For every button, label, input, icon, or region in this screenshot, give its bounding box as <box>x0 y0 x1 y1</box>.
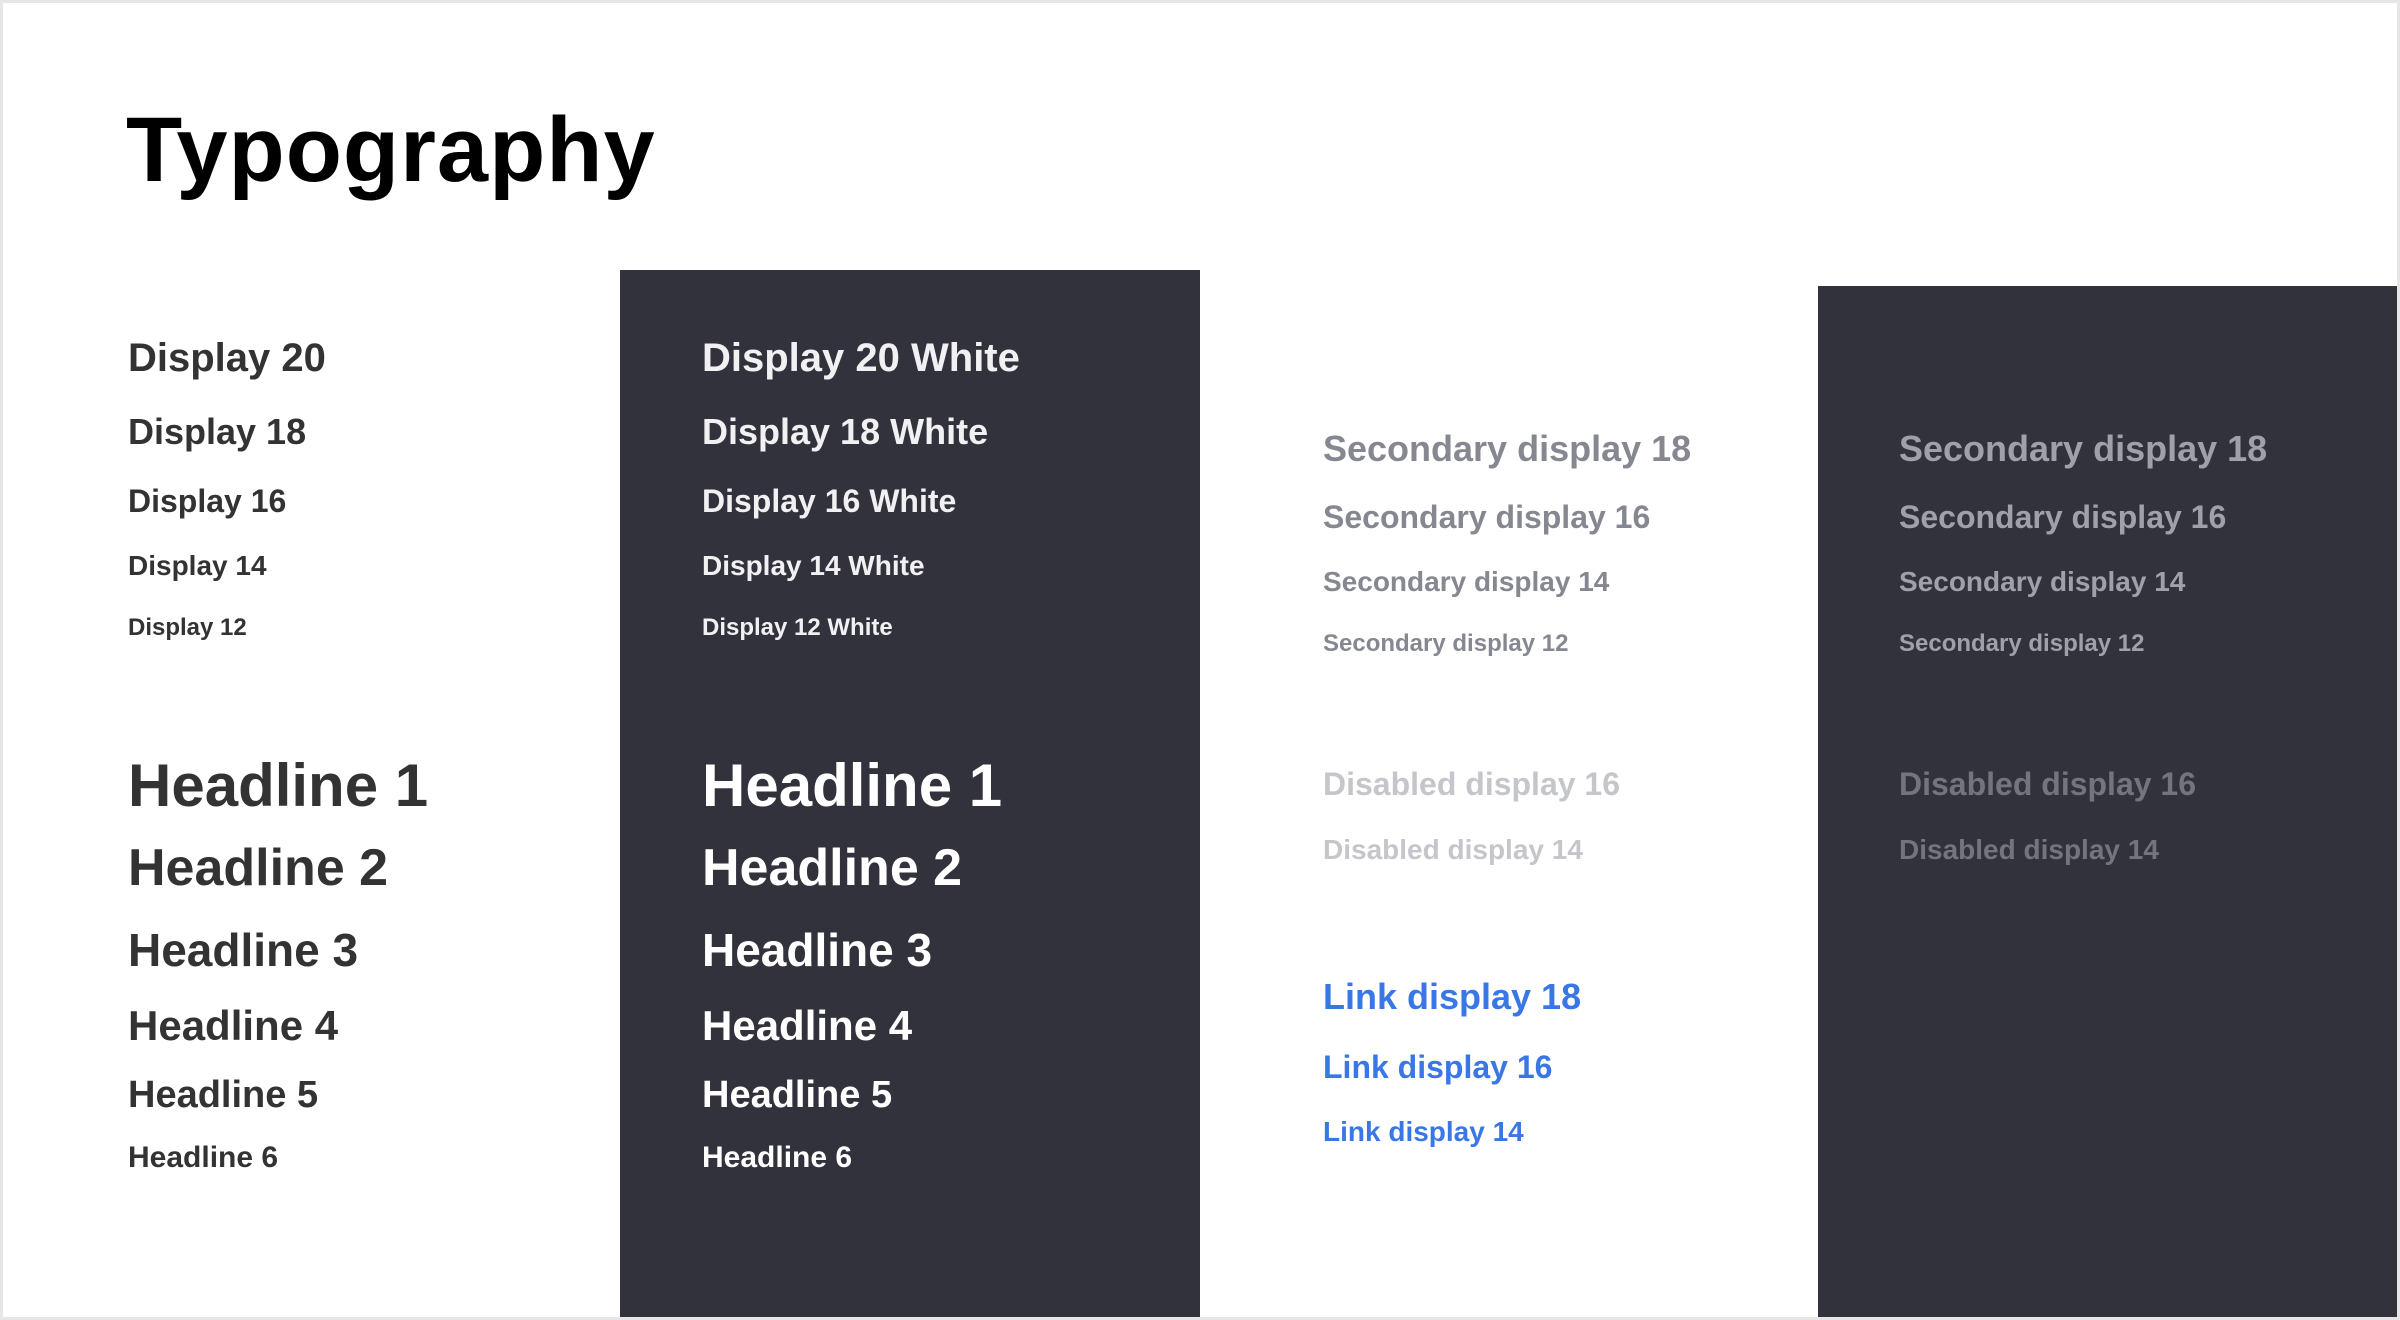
link-display-14[interactable]: Link display 14 <box>1323 1118 1524 1146</box>
headline-2-white-sample: Headline 2 <box>702 839 963 897</box>
secondary-display-14-sample: Secondary display 14 <box>1323 566 1610 597</box>
headline-6-sample: Headline 6 <box>128 1141 279 1174</box>
secondary-display-12-dark-sample: Secondary display 12 <box>1899 630 2145 657</box>
headline-1-sample: Headline 1 <box>128 752 429 819</box>
secondary-display-18-sample: Secondary display 18 <box>1323 428 1692 469</box>
display-14-white-sample: Display 14 White <box>702 550 925 581</box>
display-20-white-sample: Display 20 White <box>702 336 1020 380</box>
display-20-sample: Display 20 <box>128 336 326 380</box>
secondary-display-16-sample: Secondary display 16 <box>1323 499 1651 535</box>
display-18-sample: Display 18 <box>128 411 307 452</box>
disabled-display-16-sample: Disabled display 16 <box>1323 766 1621 802</box>
display-12-white-sample: Display 12 White <box>702 614 893 641</box>
headline-4-sample: Headline 4 <box>128 1002 339 1049</box>
headline-3-sample: Headline 3 <box>128 924 359 976</box>
disabled-display-14-dark-sample: Disabled display 14 <box>1899 834 2159 865</box>
display-18-white-sample: Display 18 White <box>702 411 989 452</box>
page-title: Typography <box>126 99 656 201</box>
headline-5-sample: Headline 5 <box>128 1074 319 1116</box>
secondary-display-16-dark-sample: Secondary display 16 <box>1899 499 2227 535</box>
headline-2-sample: Headline 2 <box>128 839 389 897</box>
secondary-display-14-dark-sample: Secondary display 14 <box>1899 566 2186 597</box>
secondary-display-12-sample: Secondary display 12 <box>1323 630 1569 657</box>
secondary-display-18-dark-sample: Secondary display 18 <box>1899 428 2268 469</box>
headline-4-white-sample: Headline 4 <box>702 1002 913 1049</box>
display-16-white-sample: Display 16 White <box>702 483 957 519</box>
link-display-16[interactable]: Link display 16 <box>1323 1051 1552 1083</box>
headline-6-white-sample: Headline 6 <box>702 1141 853 1174</box>
headline-3-white-sample: Headline 3 <box>702 924 933 976</box>
disabled-display-14-sample: Disabled display 14 <box>1323 834 1583 865</box>
display-12-sample: Display 12 <box>128 614 247 641</box>
disabled-display-16-dark-sample: Disabled display 16 <box>1899 766 2197 802</box>
display-14-sample: Display 14 <box>128 550 267 581</box>
headline-5-white-sample: Headline 5 <box>702 1074 893 1116</box>
link-display-18[interactable]: Link display 18 <box>1323 979 1581 1015</box>
headline-1-white-sample: Headline 1 <box>702 752 1003 819</box>
display-16-sample: Display 16 <box>128 483 287 519</box>
